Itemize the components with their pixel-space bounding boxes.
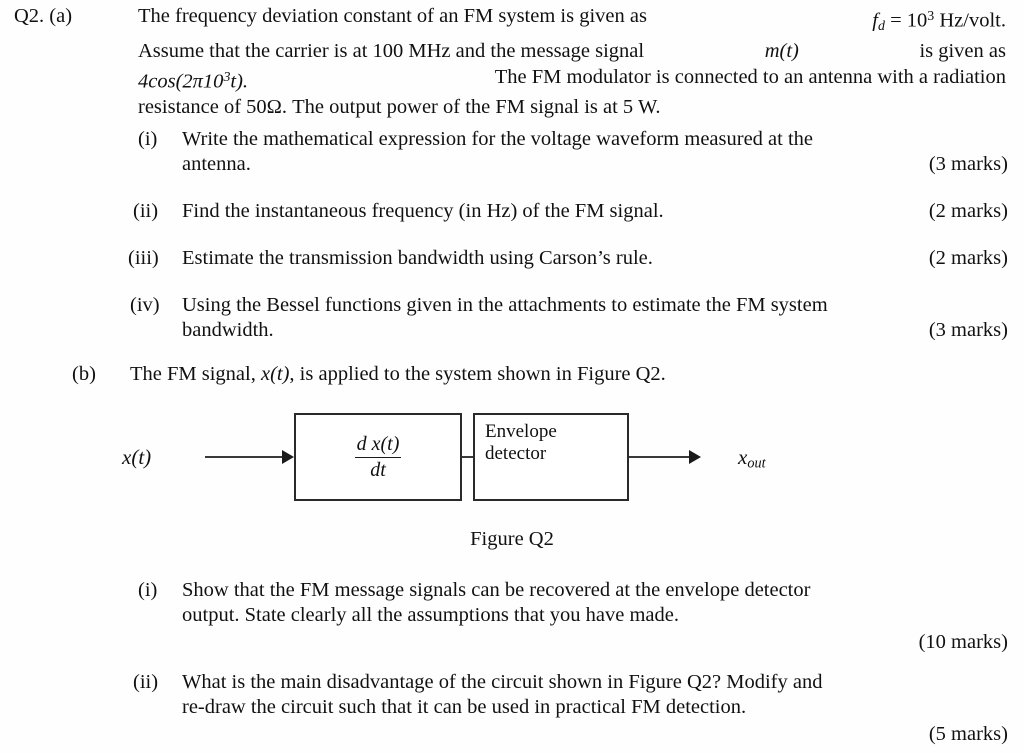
- part-a-line-3-text: The FM modulator is connected to an ante…: [494, 65, 1006, 88]
- block-diagram: x(t) d x(t) dt Envelope detector xout: [0, 405, 1024, 520]
- part-a-line-1-text: The frequency deviation constant of an F…: [138, 5, 647, 27]
- item-a-iii-marks: (2 marks): [928, 247, 1008, 269]
- item-b-i-text-line2: output. State clearly all the assumption…: [182, 604, 680, 626]
- input-arrow-head-icon: [282, 450, 294, 464]
- item-a-ii-marks: (2 marks): [928, 200, 1008, 222]
- part-a-line-1: The frequency deviation constant of an F…: [138, 4, 1006, 39]
- part-a-paragraph: The frequency deviation constant of an F…: [138, 4, 1006, 120]
- diagram-input-label: x(t): [122, 445, 152, 469]
- derivative-denominator: dt: [370, 458, 386, 481]
- differentiator-block: d x(t) dt: [294, 413, 462, 501]
- part-a-line-2: Assume that the carrier is at 100 MHz an…: [138, 39, 1006, 65]
- part-a-line-2-tail: is given as: [919, 40, 1006, 63]
- part-a-line-3-math: 4cos(2π103t).: [138, 69, 249, 93]
- item-b-i-number: (i): [138, 579, 158, 601]
- envelope-detector-label-line2: detector: [485, 443, 547, 464]
- derivative-numerator: d x(t): [356, 433, 400, 456]
- part-a-line-2-math: m(t): [764, 40, 799, 63]
- part-a-line-3: 4cos(2π103t). The FM modulator is connec…: [138, 65, 1006, 95]
- figure-caption: Figure Q2: [470, 528, 554, 550]
- item-b-i-marks: (10 marks): [918, 631, 1008, 653]
- item-a-iv-text-line1: Using the Bessel functions given in the …: [182, 294, 828, 316]
- item-b-ii-text-line1: What is the main disadvantage of the cir…: [182, 671, 823, 693]
- part-a-line-4: resistance of 50Ω. The output power of t…: [138, 95, 661, 118]
- exam-question-page: Q2. (a) The frequency deviation constant…: [0, 0, 1024, 753]
- item-b-ii-number: (ii): [133, 671, 159, 693]
- item-b-ii-marks: (5 marks): [928, 723, 1008, 745]
- item-a-iv-number: (iv): [130, 294, 160, 316]
- diagram-output-label: xout: [738, 445, 766, 472]
- item-a-i-marks: (3 marks): [928, 153, 1008, 175]
- part-b-intro: The FM signal, x(t), is applied to the s…: [130, 362, 666, 387]
- envelope-detector-label-line1: Envelope: [485, 421, 557, 442]
- item-b-i-text-line1: Show that the FM message signals can be …: [182, 579, 811, 601]
- derivative-formula: d x(t) dt: [353, 433, 404, 481]
- question-number-label: Q2. (a): [14, 5, 73, 27]
- part-b-intro-math: x(t): [260, 363, 290, 385]
- input-arrow-line: [205, 456, 283, 458]
- part-a-line-1-math: fd = 103 Hz/volt.: [872, 9, 1006, 34]
- part-b-label: (b): [72, 363, 96, 385]
- envelope-detector-block: Envelope detector: [473, 413, 629, 501]
- item-a-iv-marks: (3 marks): [928, 319, 1008, 341]
- part-b-intro-pre: The FM signal,: [130, 363, 261, 385]
- part-a-line-2-text: Assume that the carrier is at 100 MHz an…: [138, 40, 645, 63]
- item-a-i-number: (i): [138, 128, 158, 150]
- item-a-i-text-line1: Write the mathematical expression for th…: [182, 128, 814, 150]
- item-b-ii-text-line2: re-draw the circuit such that it can be …: [182, 696, 747, 718]
- output-arrow-head-icon: [689, 450, 701, 464]
- part-b-intro-post: , is applied to the system shown in Figu…: [289, 363, 666, 385]
- output-arrow-line: [629, 456, 691, 458]
